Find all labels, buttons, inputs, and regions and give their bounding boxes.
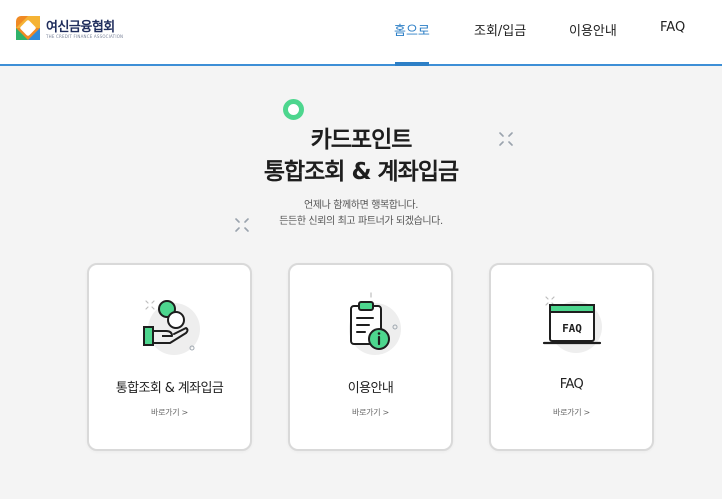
site-header: 여신금융협회 THE CREDIT FINANCE ASSOCIATION 홈으… xyxy=(0,0,722,66)
card-faq[interactable]: FAQ FAQ 바로가기 > xyxy=(489,263,654,451)
nav-guide[interactable]: 이용안내 xyxy=(569,20,617,39)
card-title: 이용안내 xyxy=(347,381,394,396)
logo-subtitle: THE CREDIT FINANCE ASSOCIATION xyxy=(46,34,124,39)
card-link-go[interactable]: 바로가기 > xyxy=(491,407,652,418)
card-link-go[interactable]: 바로가기 > xyxy=(290,407,451,418)
coin-hand-icon xyxy=(143,300,200,355)
logo-title[interactable]: 여신금융협회 xyxy=(46,16,115,35)
hero-subtitle-line1: 언제나 함께하면 행복합니다. xyxy=(304,200,418,211)
faq-board-icon: FAQ xyxy=(542,296,602,353)
card-usage-guide[interactable]: 이용안내 바로가기 > xyxy=(288,263,453,451)
card-title: FAQ xyxy=(559,377,584,392)
decorative-ring-icon xyxy=(283,99,304,120)
card-title: 통합조회 & 계좌입금 xyxy=(115,381,224,396)
nav-faq[interactable]: FAQ xyxy=(660,20,685,35)
card-link-go[interactable]: 바로가기 > xyxy=(89,407,250,418)
hero-subtitle-line2: 든든한 신뢰의 최고 파트너가 되겠습니다. xyxy=(279,216,443,227)
faq-board-text: FAQ xyxy=(562,322,582,335)
association-logo-icon[interactable] xyxy=(16,16,40,40)
hero-title-line1: 카드포인트 xyxy=(310,127,413,153)
hero-title-line2: 통합조회 & 계좌입금 xyxy=(263,159,459,185)
card-integrated-inquiry[interactable]: 통합조회 & 계좌입금 바로가기 > xyxy=(87,263,252,451)
nav-home[interactable]: 홈으로 xyxy=(394,20,430,39)
nav-active-indicator xyxy=(395,62,429,66)
clipboard-info-icon xyxy=(349,292,401,355)
nav-inquiry-deposit[interactable]: 조회/입금 xyxy=(474,20,526,39)
